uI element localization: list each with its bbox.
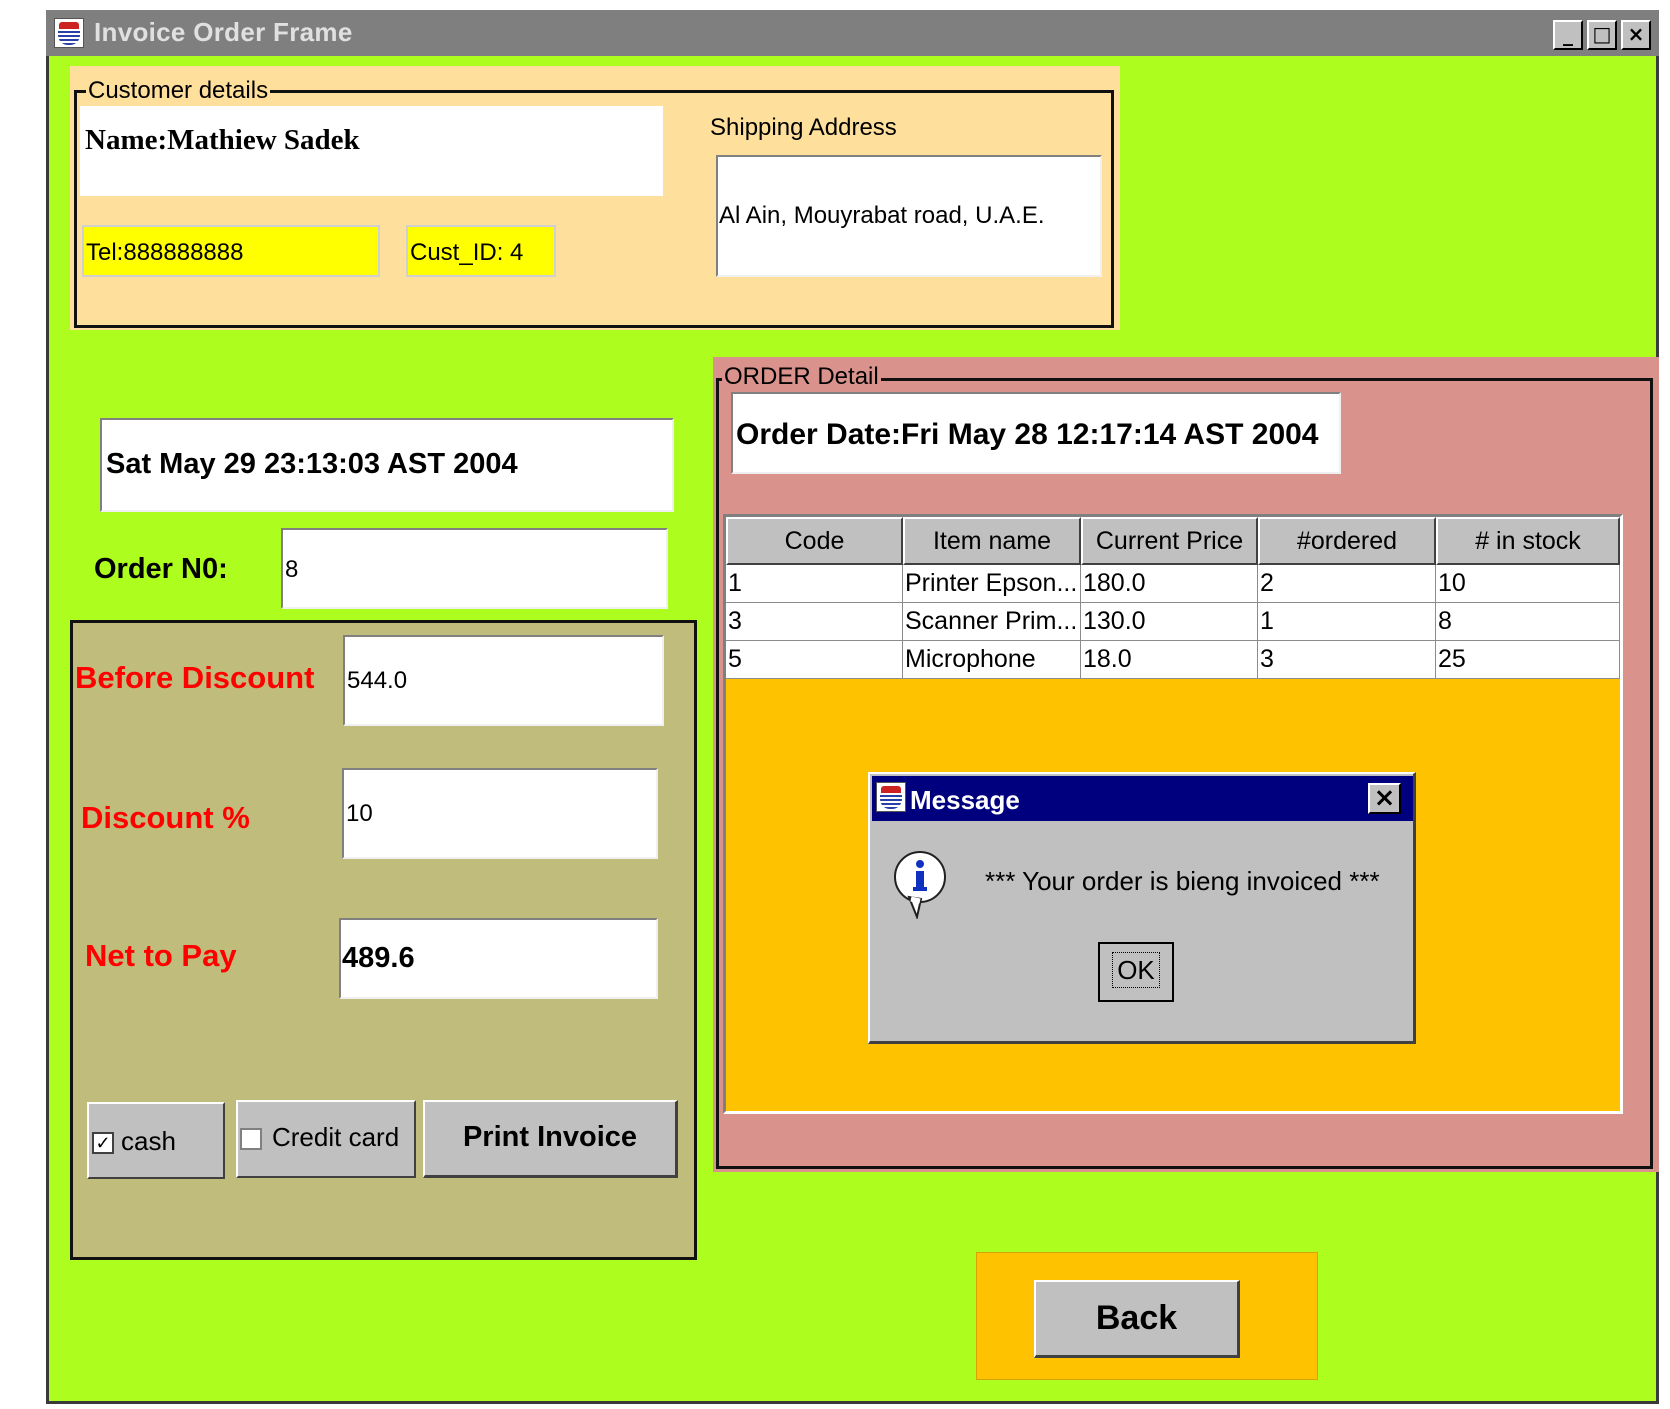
discount-percent-field[interactable]: 10 <box>342 768 658 859</box>
net-to-pay-label: Net to Pay <box>85 938 237 973</box>
cell-ordered[interactable]: 3 <box>1258 641 1436 679</box>
credit-card-option[interactable]: Credit card <box>236 1100 416 1178</box>
cell-code[interactable]: 3 <box>726 603 903 641</box>
table-row[interactable]: 1 Printer Epson... 180.0 2 10 <box>726 565 1620 603</box>
before-discount-field[interactable]: 544.0 <box>343 635 664 726</box>
column-header-in-stock[interactable]: # in stock <box>1436 517 1620 565</box>
credit-card-checkbox[interactable] <box>240 1128 262 1150</box>
dialog-title: Message <box>910 785 1020 815</box>
dialog-app-icon <box>876 782 906 812</box>
cell-in-stock[interactable]: 8 <box>1436 603 1620 641</box>
credit-card-label: Credit card <box>272 1122 400 1152</box>
order-detail-legend: ORDER Detail <box>722 363 881 391</box>
order-number-label: Order N0: <box>94 553 228 585</box>
info-icon <box>891 849 949 921</box>
cell-current-price[interactable]: 130.0 <box>1081 603 1258 641</box>
minimize-button[interactable]: _ <box>1553 20 1583 50</box>
shipping-address-field[interactable]: Al Ain, Mouyrabat road, U.A.E. <box>716 155 1102 277</box>
maximize-button[interactable]: □ <box>1587 20 1617 50</box>
customer-details-legend: Customer details <box>86 77 271 105</box>
cell-in-stock[interactable]: 25 <box>1436 641 1620 679</box>
net-to-pay-field[interactable]: 489.6 <box>339 918 658 999</box>
cash-label: cash <box>121 1126 176 1156</box>
java-app-icon <box>54 18 84 48</box>
cell-current-price[interactable]: 18.0 <box>1081 641 1258 679</box>
ok-button[interactable]: OK <box>1098 942 1174 1002</box>
cell-in-stock[interactable]: 10 <box>1436 565 1620 603</box>
cell-ordered[interactable]: 1 <box>1258 603 1436 641</box>
cash-option[interactable]: ✓ cash <box>87 1102 225 1179</box>
before-discount-label: Before Discount <box>75 660 315 695</box>
table-row[interactable]: 5 Microphone 18.0 3 25 <box>726 641 1620 679</box>
cash-checkbox[interactable]: ✓ <box>92 1132 114 1154</box>
close-button[interactable]: × <box>1621 20 1651 50</box>
dialog-message: *** Your order is bieng invoiced *** <box>985 866 1380 896</box>
cell-item-name[interactable]: Scanner Prim... <box>903 603 1081 641</box>
column-header-ordered[interactable]: #ordered <box>1258 517 1436 565</box>
dialog-close-button[interactable]: × <box>1368 783 1401 814</box>
table-row[interactable]: 3 Scanner Prim... 130.0 1 8 <box>726 603 1620 641</box>
cell-code[interactable]: 1 <box>726 565 903 603</box>
customer-id-field[interactable]: Cust_ID: 4 <box>406 225 556 277</box>
cell-code[interactable]: 5 <box>726 641 903 679</box>
cell-item-name[interactable]: Printer Epson... <box>903 565 1081 603</box>
order-number-field[interactable]: 8 <box>281 528 668 609</box>
ok-label: OK <box>1112 952 1160 988</box>
discount-percent-label: Discount % <box>81 800 250 835</box>
column-header-code[interactable]: Code <box>726 517 903 565</box>
cell-current-price[interactable]: 180.0 <box>1081 565 1258 603</box>
cell-item-name[interactable]: Microphone <box>903 641 1081 679</box>
window-title: Invoice Order Frame <box>94 17 353 47</box>
back-button[interactable]: Back <box>1034 1280 1240 1358</box>
shipping-address-label: Shipping Address <box>710 114 897 141</box>
customer-tel-field[interactable]: Tel:888888888 <box>82 225 380 277</box>
order-date-field[interactable]: Order Date:Fri May 28 12:17:14 AST 2004 <box>731 392 1341 474</box>
column-header-current-price[interactable]: Current Price <box>1081 517 1258 565</box>
customer-name-field: Name:Mathiew Sadek <box>80 106 663 196</box>
column-header-item-name[interactable]: Item name <box>903 517 1081 565</box>
print-invoice-button[interactable]: Print Invoice <box>423 1100 678 1178</box>
current-date-field[interactable]: Sat May 29 23:13:03 AST 2004 <box>100 418 674 512</box>
cell-ordered[interactable]: 2 <box>1258 565 1436 603</box>
